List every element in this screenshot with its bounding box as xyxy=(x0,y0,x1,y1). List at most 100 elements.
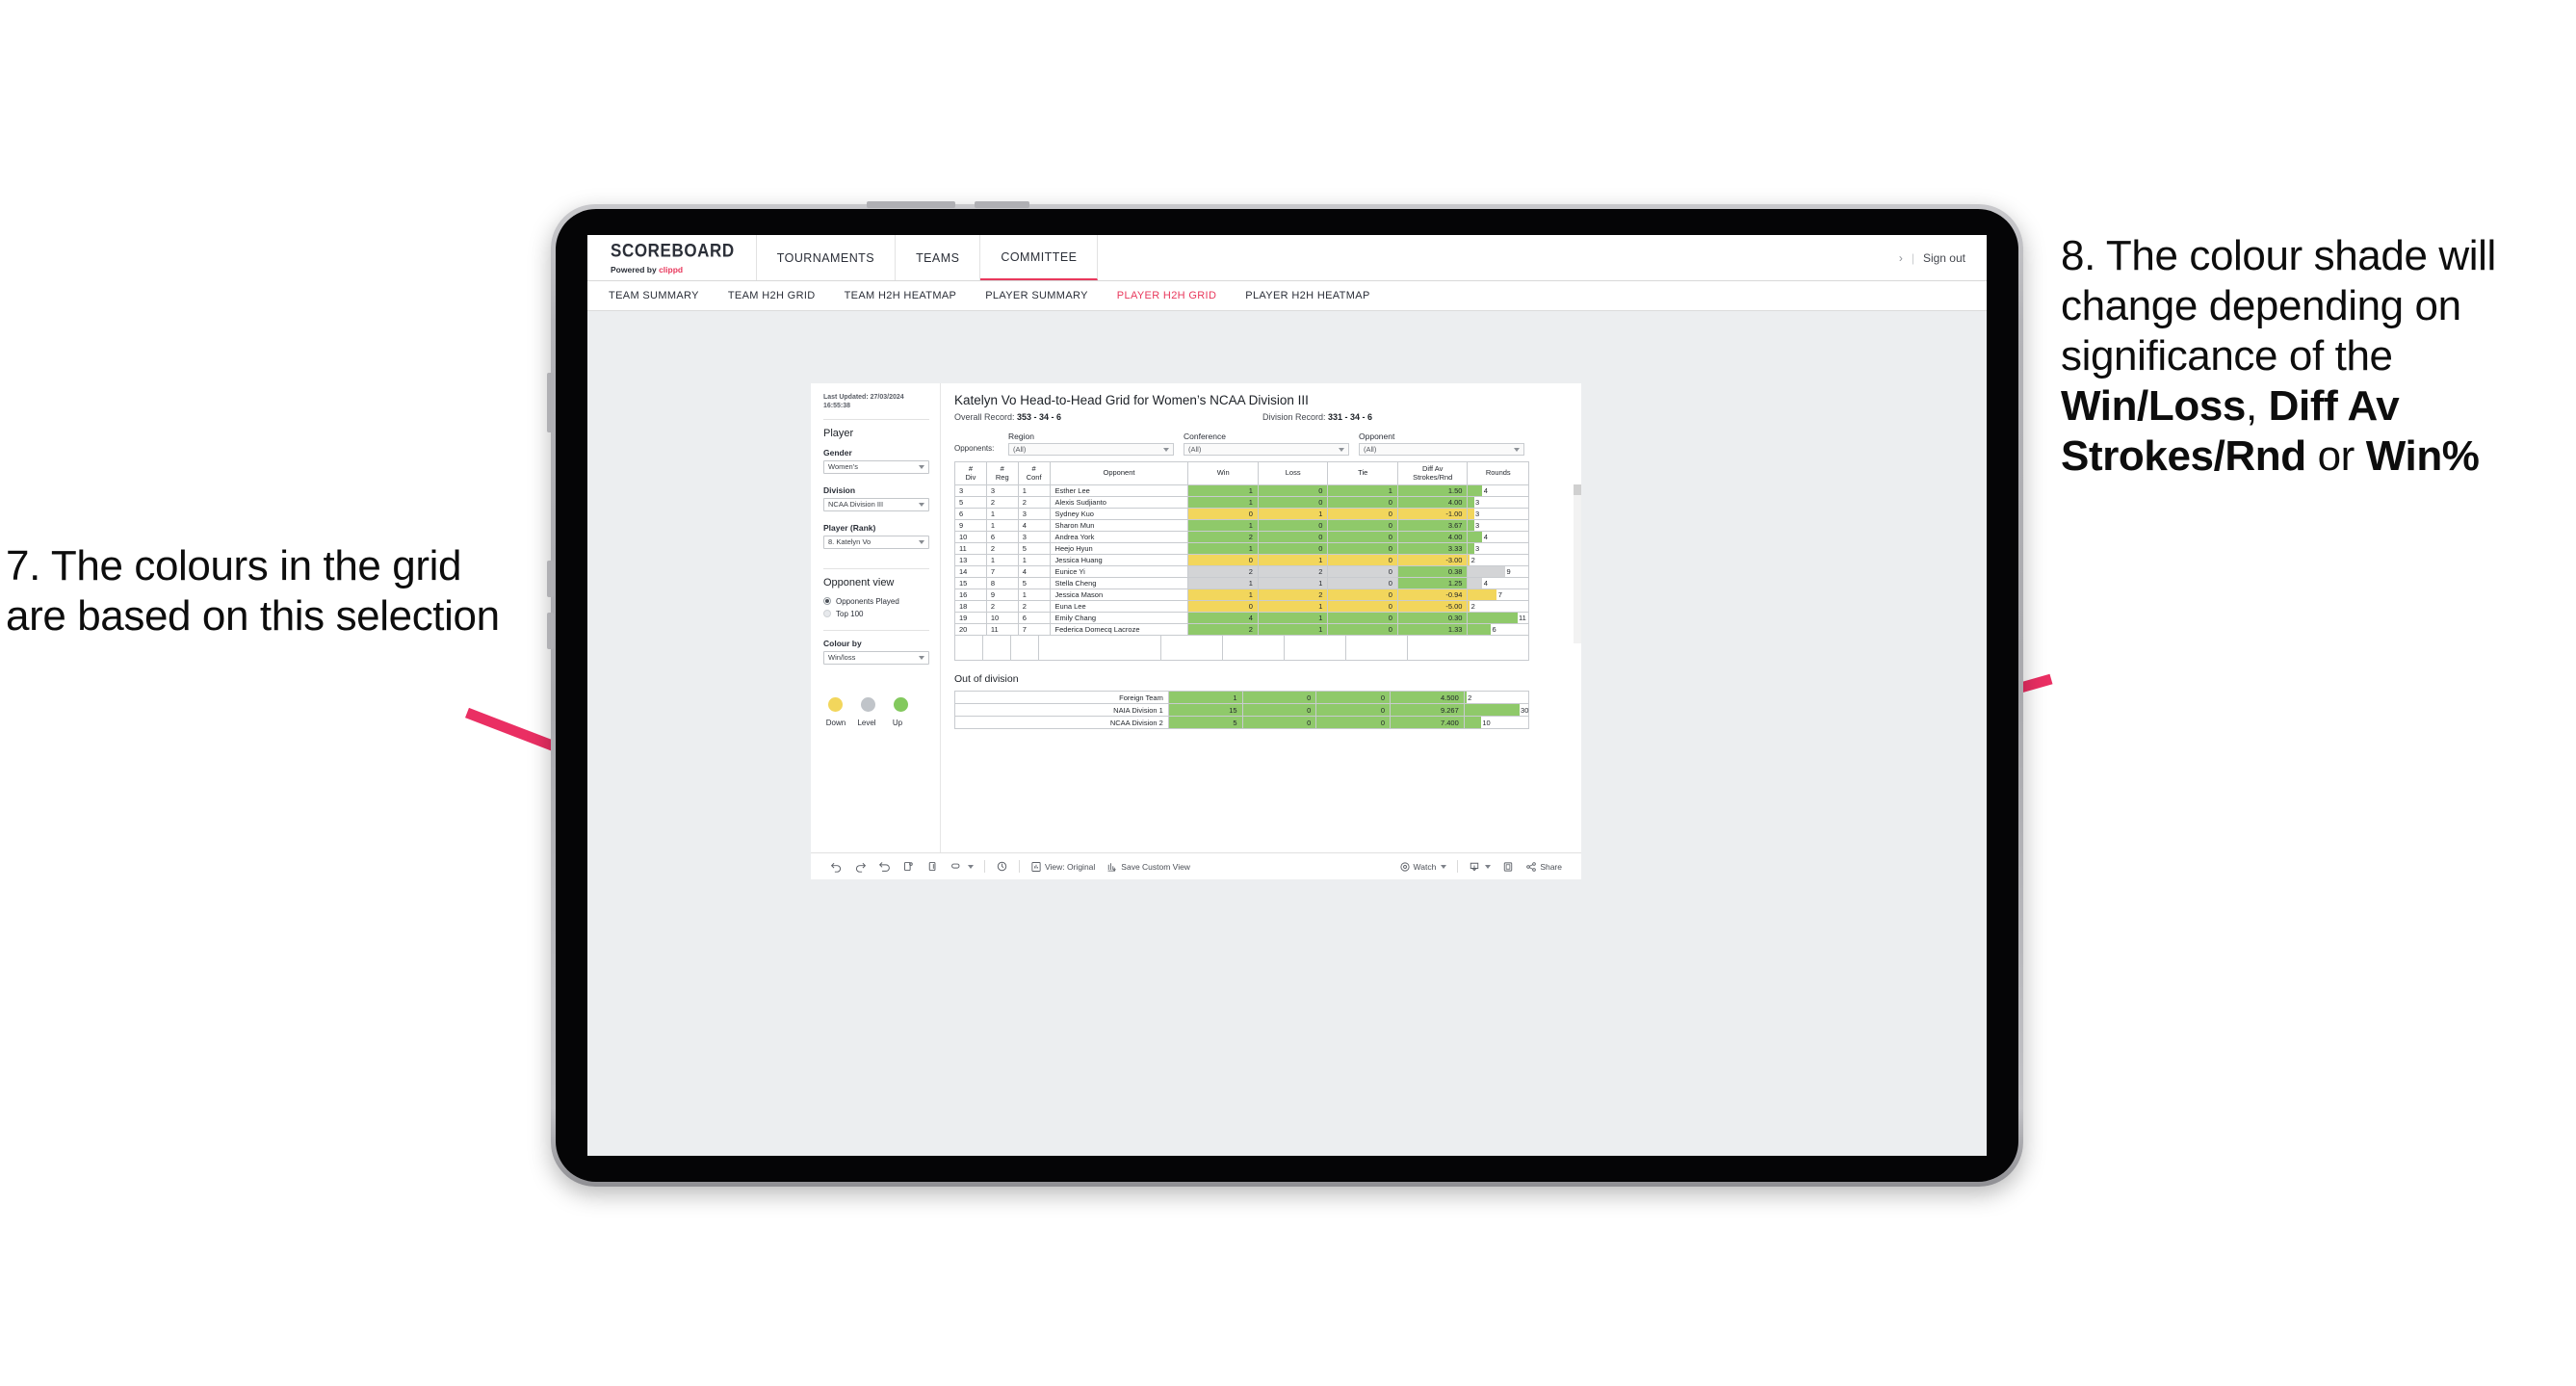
save-custom-view-button[interactable]: Save Custom View xyxy=(1101,861,1196,873)
legend-label-down: Down xyxy=(825,718,846,727)
table-row[interactable]: 13 1 1 Jessica Huang 0 1 0 -3.00 2 xyxy=(954,554,1529,567)
annotation-right-mid2: or xyxy=(2305,431,2366,480)
table-row[interactable]: 14 7 4 Eunice Yi 2 2 0 0.38 9 xyxy=(954,565,1529,579)
table-row[interactable]: 10 6 3 Andrea York 2 0 0 4.00 4 xyxy=(954,531,1529,544)
tab-player-h2h-heatmap[interactable]: PLAYER H2H HEATMAP xyxy=(1245,290,1369,301)
nav-item-tournaments[interactable]: TOURNAMENTS xyxy=(757,235,897,280)
watch-button[interactable]: Watch xyxy=(1393,861,1453,873)
table-row[interactable]: Foreign Team 1 0 0 4.500 2 xyxy=(954,691,1530,705)
device-button-top-2 xyxy=(975,201,1029,208)
table-row[interactable]: 16 9 1 Jessica Mason 1 2 0 -0.94 7 xyxy=(954,588,1529,602)
brand-tagline: Powered by clippd xyxy=(611,265,735,275)
revert-button[interactable] xyxy=(872,860,897,873)
table-row[interactable]: 18 2 2 Euna Lee 0 1 0 -5.00 2 xyxy=(954,600,1529,614)
device-preview-button[interactable] xyxy=(945,860,979,873)
brand-logo[interactable]: SCOREBOARD Powered by clippd xyxy=(587,235,757,280)
chevron-right-icon[interactable]: › xyxy=(1899,251,1903,265)
cell-opponent: Eunice Yi xyxy=(1049,565,1189,579)
opponent-select[interactable]: (All) xyxy=(1359,443,1524,456)
gender-select-value: Women’s xyxy=(828,462,858,472)
cell-win: 2 xyxy=(1187,623,1259,637)
colour-by-select[interactable]: Win/loss xyxy=(823,650,929,665)
cell-div: 19 xyxy=(954,612,987,625)
table-row[interactable]: NAIA Division 1 15 0 0 9.267 30 xyxy=(954,703,1530,718)
cell-win: 1 xyxy=(1187,484,1259,498)
view-original-button[interactable]: View: Original xyxy=(1025,861,1101,873)
tab-player-h2h-grid[interactable]: PLAYER H2H GRID xyxy=(1117,290,1216,301)
cell-diff: -0.94 xyxy=(1396,588,1469,602)
cell-reg: 6 xyxy=(985,531,1019,544)
device-button-volume-up xyxy=(547,561,554,597)
table-row[interactable]: 15 8 5 Stella Cheng 1 1 0 1.25 4 xyxy=(954,577,1529,590)
cell-tie: 0 xyxy=(1327,600,1398,614)
share-button[interactable]: Share xyxy=(1520,861,1568,873)
chevron-down-icon xyxy=(1441,864,1447,869)
radio-top-100[interactable]: Top 100 xyxy=(823,610,929,618)
nav-item-committee[interactable]: COMMITTEE xyxy=(980,235,1099,280)
nav-item-teams[interactable]: TEAMS xyxy=(896,235,981,280)
table-row[interactable]: 5 2 2 Alexis Sudjianto 1 0 0 4.00 3 xyxy=(954,496,1529,510)
grid-scrollbar-thumb[interactable] xyxy=(1574,484,1581,495)
table-row[interactable]: 3 3 1 Esther Lee 1 0 1 1.50 4 xyxy=(954,484,1529,498)
cell-conf: 5 xyxy=(1017,577,1051,590)
gender-select[interactable]: Women’s xyxy=(823,459,929,474)
legend-dots xyxy=(823,696,929,712)
division-select[interactable]: NCAA Division III xyxy=(823,497,929,511)
header-divider: | xyxy=(1911,250,1914,265)
pause-auto-updates-button[interactable] xyxy=(990,860,1014,873)
tablet-device: SCOREBOARD Powered by clippd TOURNAMENTS… xyxy=(547,201,2023,1187)
table-row[interactable]: 9 1 4 Sharon Mun 1 0 0 3.67 3 xyxy=(954,519,1529,533)
conference-select[interactable]: (All) xyxy=(1184,443,1349,456)
tab-team-h2h-grid[interactable]: TEAM H2H GRID xyxy=(728,290,816,301)
cell-conf: 2 xyxy=(1017,496,1051,510)
player-rank-select[interactable]: 8. Katelyn Vo xyxy=(823,535,929,549)
tablet-screen: SCOREBOARD Powered by clippd TOURNAMENTS… xyxy=(587,235,1987,1156)
cell-win: 1 xyxy=(1187,588,1259,602)
undo-button[interactable] xyxy=(824,860,848,873)
records-row: Overall Record: 353 - 34 - 6 Division Re… xyxy=(954,412,1568,422)
table-row[interactable]: 19 10 6 Emily Chang 4 1 0 0.30 11 xyxy=(954,612,1529,625)
chevron-down-icon xyxy=(919,539,924,544)
cell-win: 1 xyxy=(1187,542,1259,556)
annotation-left: 7. The colours in the grid are based on … xyxy=(6,542,500,640)
cell-reg: 11 xyxy=(985,623,1019,637)
overall-record-label: Overall Record: xyxy=(954,412,1018,422)
filter-divider-1 xyxy=(823,418,929,420)
watch-label: Watch xyxy=(1413,861,1437,872)
tab-team-summary[interactable]: TEAM SUMMARY xyxy=(609,290,699,301)
redo-button[interactable] xyxy=(848,860,872,873)
annotation-right: 8. The colour shade will change dependin… xyxy=(2061,231,2571,482)
sign-out-link[interactable]: Sign out xyxy=(1923,251,1965,265)
col-diff-av-strokes: Diff Av Strokes/Rnd xyxy=(1396,460,1469,486)
cell-rounds: 2 xyxy=(1467,600,1529,614)
annotation-right-pre: 8. The colour shade will change dependin… xyxy=(2061,232,2496,379)
viz-area: Last Updated: 27/03/2024 16:55:38 Player… xyxy=(587,312,1987,1156)
table-row[interactable]: NCAA Division 2 5 0 0 7.400 10 xyxy=(954,716,1530,730)
grid-scrollbar[interactable] xyxy=(1574,484,1581,643)
filter-group-division: Division NCAA Division III xyxy=(823,485,929,511)
cell-div: 9 xyxy=(954,519,987,533)
tab-team-h2h-heatmap[interactable]: TEAM H2H HEATMAP xyxy=(845,290,957,301)
opponent-filter-opponent: Opponent (All) xyxy=(1359,431,1524,456)
opponent-filter-region: Region (All) xyxy=(1008,431,1174,456)
table-row[interactable]: 20 11 7 Federica Domecq Lacroze 2 1 0 1.33 6 xyxy=(954,623,1529,637)
refresh-button[interactable] xyxy=(897,860,921,873)
table-row[interactable]: 6 1 3 Sydney Kuo 0 1 0 -1.00 3 xyxy=(954,508,1529,521)
cell-div: 11 xyxy=(954,542,987,556)
radio-opponents-played[interactable]: Opponents Played xyxy=(823,597,929,606)
chevron-down-icon xyxy=(1163,447,1169,452)
table-row[interactable]: 11 2 5 Heejo Hyun 1 0 0 3.33 3 xyxy=(954,542,1529,556)
cell-opponent: Federica Domecq Lacroze xyxy=(1049,623,1189,637)
download-button[interactable] xyxy=(1463,861,1496,873)
cell-conf: 3 xyxy=(1017,508,1051,521)
opponent-filter-label-opponent: Opponent xyxy=(1359,431,1395,441)
division-record-value: 331 - 34 - 6 xyxy=(1328,412,1373,422)
tab-player-summary[interactable]: PLAYER SUMMARY xyxy=(985,290,1088,301)
fullscreen-button[interactable] xyxy=(1496,861,1520,873)
cell-rounds: 3 xyxy=(1467,542,1529,556)
cell-reg: 8 xyxy=(985,577,1019,590)
pause-button[interactable] xyxy=(921,860,945,873)
cell-ood-rounds: 10 xyxy=(1463,716,1530,730)
region-select[interactable]: (All) xyxy=(1008,443,1174,456)
last-updated-text: Last Updated: 27/03/2024 16:55:38 xyxy=(823,394,904,410)
